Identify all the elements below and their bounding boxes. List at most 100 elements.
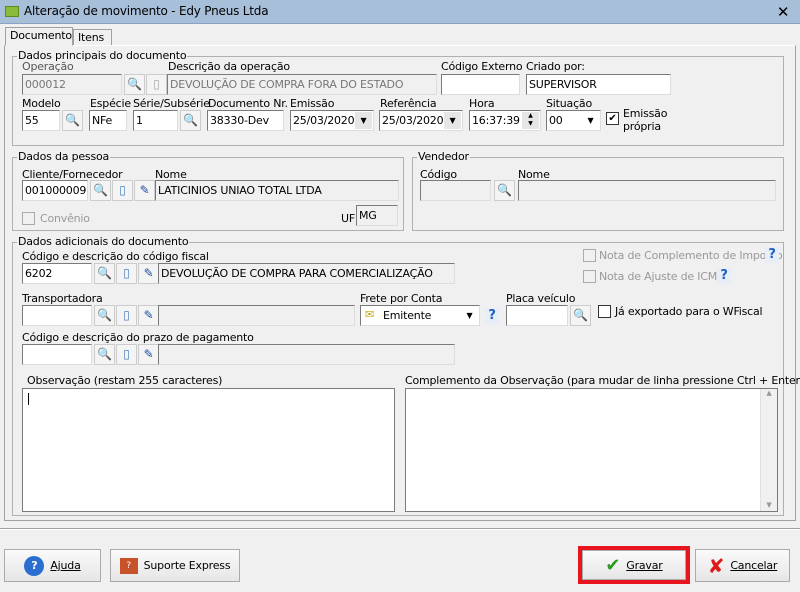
- convenio-checkbox[interactable]: [22, 212, 35, 225]
- tab-documento[interactable]: Documento: [5, 27, 73, 46]
- transportadora-desc-input[interactable]: [158, 305, 355, 326]
- complemento-textarea[interactable]: ▲ ▼: [405, 388, 778, 512]
- criado-label: Criado por:: [526, 60, 585, 73]
- serie-label: Série/Subsérie: [133, 97, 210, 110]
- cliente-input[interactable]: 001000009: [22, 180, 88, 201]
- prazo-input[interactable]: [22, 344, 92, 365]
- edit-icon[interactable]: ✎: [138, 263, 159, 284]
- cfop-label: Código e descrição do código fiscal: [22, 250, 209, 263]
- nota-ajuste-label: Nota de Ajuste de ICMS: [599, 270, 724, 283]
- document-icon[interactable]: ▯: [146, 74, 167, 95]
- descricao-input[interactable]: DEVOLUÇÃO DE COMPRA FORA DO ESTADO: [167, 74, 437, 95]
- emissao-propria-label: Emissão: [623, 107, 668, 120]
- document-icon[interactable]: ▯: [116, 263, 137, 284]
- cfop-desc-input[interactable]: DEVOLUÇÃO DE COMPRA PARA COMERCIALIZAÇÃO: [158, 263, 455, 284]
- uf-input[interactable]: MG: [356, 205, 398, 226]
- checkmark-icon: ✔: [605, 554, 621, 576]
- help-icon[interactable]: ?: [485, 308, 499, 324]
- cancelar-button[interactable]: ✘ Cancelar: [695, 549, 790, 582]
- cfop-input[interactable]: 6202: [22, 263, 92, 284]
- ajuda-label: Ajuda: [50, 559, 81, 572]
- edit-icon[interactable]: ✎: [138, 305, 159, 326]
- emissao-value: 25/03/2020: [293, 114, 355, 127]
- exportado-checkbox[interactable]: [598, 305, 611, 318]
- complemento-label: Complemento da Observação (para mudar de…: [405, 374, 800, 387]
- emissao-date[interactable]: 25/03/2020 ▼: [290, 110, 374, 131]
- scrollbar[interactable]: ▲ ▼: [760, 389, 777, 511]
- emitente-icon: ✉: [365, 308, 375, 321]
- search-icon[interactable]: 🔍: [94, 344, 115, 365]
- group-legend: Dados da pessoa: [17, 150, 111, 163]
- spin-updown-icon[interactable]: ▲ ▼: [522, 112, 539, 129]
- modelo-input[interactable]: 55: [22, 110, 60, 131]
- operacao-input[interactable]: 000012: [22, 74, 122, 95]
- hora-spinner[interactable]: 16:37:39 ▲ ▼: [469, 110, 541, 131]
- search-icon[interactable]: 🔍: [570, 305, 591, 326]
- chevron-down-icon[interactable]: ▼: [444, 112, 461, 129]
- transportadora-label: Transportadora: [22, 292, 103, 305]
- emissao-propria-checkbox[interactable]: ✔: [606, 112, 619, 125]
- chevron-down-icon[interactable]: ▼: [355, 112, 372, 129]
- situacao-select[interactable]: 00 ▼: [546, 110, 601, 131]
- serie-input[interactable]: 1: [133, 110, 178, 131]
- referencia-label: Referência: [380, 97, 437, 110]
- title-bar: Alteração de movimento - Edy Pneus Ltda …: [0, 0, 800, 24]
- especie-input[interactable]: NFe: [89, 110, 127, 131]
- referencia-value: 25/03/2020: [382, 114, 444, 127]
- emissao-propria-label-2: própria: [623, 120, 661, 133]
- search-icon[interactable]: 🔍: [94, 305, 115, 326]
- tab-itens[interactable]: Itens: [73, 29, 112, 46]
- document-icon[interactable]: ▯: [112, 180, 133, 201]
- ajuda-button[interactable]: ? Ajuda: [4, 549, 101, 582]
- exportado-label: Já exportado para o WFiscal: [615, 305, 763, 318]
- placa-input[interactable]: [506, 305, 568, 326]
- chevron-down-icon[interactable]: ▼: [461, 307, 478, 324]
- search-icon[interactable]: 🔍: [124, 74, 145, 95]
- emissao-label: Emissão: [290, 97, 335, 110]
- documento-input[interactable]: 38330-Dev: [207, 110, 284, 131]
- referencia-date[interactable]: 25/03/2020 ▼: [379, 110, 463, 131]
- vendedor-nome-input[interactable]: [518, 180, 776, 201]
- search-icon[interactable]: 🔍: [180, 110, 201, 131]
- prazo-desc-input[interactable]: [158, 344, 455, 365]
- nota-complemento-checkbox[interactable]: [583, 249, 596, 262]
- codigo-externo-input[interactable]: [441, 74, 520, 95]
- search-icon[interactable]: 🔍: [62, 110, 83, 131]
- frete-select[interactable]: ✉ Emitente ▼: [360, 305, 480, 326]
- chevron-down-icon[interactable]: ▼: [582, 112, 599, 129]
- gravar-label: Gravar: [626, 558, 663, 572]
- nota-ajuste-checkbox[interactable]: [583, 270, 596, 283]
- window-title: Alteração de movimento - Edy Pneus Ltda: [24, 4, 269, 18]
- search-icon[interactable]: 🔍: [94, 263, 115, 284]
- search-icon[interactable]: 🔍: [90, 180, 111, 201]
- document-icon[interactable]: ▯: [116, 305, 137, 326]
- observacao-label: Observação (restam 255 caracteres): [27, 374, 223, 387]
- cross-icon: ✘: [707, 553, 725, 578]
- app-icon: [5, 6, 19, 17]
- group-legend: Vendedor: [417, 150, 470, 163]
- edit-icon[interactable]: ✎: [134, 180, 155, 201]
- search-icon[interactable]: 🔍: [494, 180, 515, 201]
- close-button[interactable]: ✕: [774, 3, 792, 21]
- transportadora-input[interactable]: [22, 305, 92, 326]
- gravar-button[interactable]: ✔ Gravar: [582, 550, 686, 580]
- vendedor-codigo-input[interactable]: [420, 180, 491, 201]
- frete-label: Frete por Conta: [360, 292, 443, 305]
- cancelar-label: Cancelar: [730, 559, 778, 572]
- nome-input[interactable]: LATICINIOS UNIAO TOTAL LTDA: [155, 180, 399, 201]
- hora-label: Hora: [469, 97, 495, 110]
- especie-label: Espécie: [90, 97, 131, 110]
- help-icon[interactable]: ?: [765, 247, 779, 263]
- convenio-label: Convênio: [40, 212, 90, 225]
- observacao-textarea[interactable]: [22, 388, 395, 512]
- support-chat-icon: ?: [119, 557, 138, 574]
- criado-por-input[interactable]: SUPERVISOR: [526, 74, 671, 95]
- document-icon[interactable]: ▯: [116, 344, 137, 365]
- placa-label: Placa veículo: [506, 292, 576, 305]
- edit-icon[interactable]: ✎: [138, 344, 159, 365]
- separator: [0, 528, 800, 530]
- group-legend: Dados adicionais do documento: [17, 235, 190, 248]
- prazo-label: Código e descrição do prazo de pagamento: [22, 331, 254, 344]
- suporte-express-button[interactable]: ? Suporte Express: [110, 549, 240, 582]
- help-icon[interactable]: ?: [717, 268, 731, 284]
